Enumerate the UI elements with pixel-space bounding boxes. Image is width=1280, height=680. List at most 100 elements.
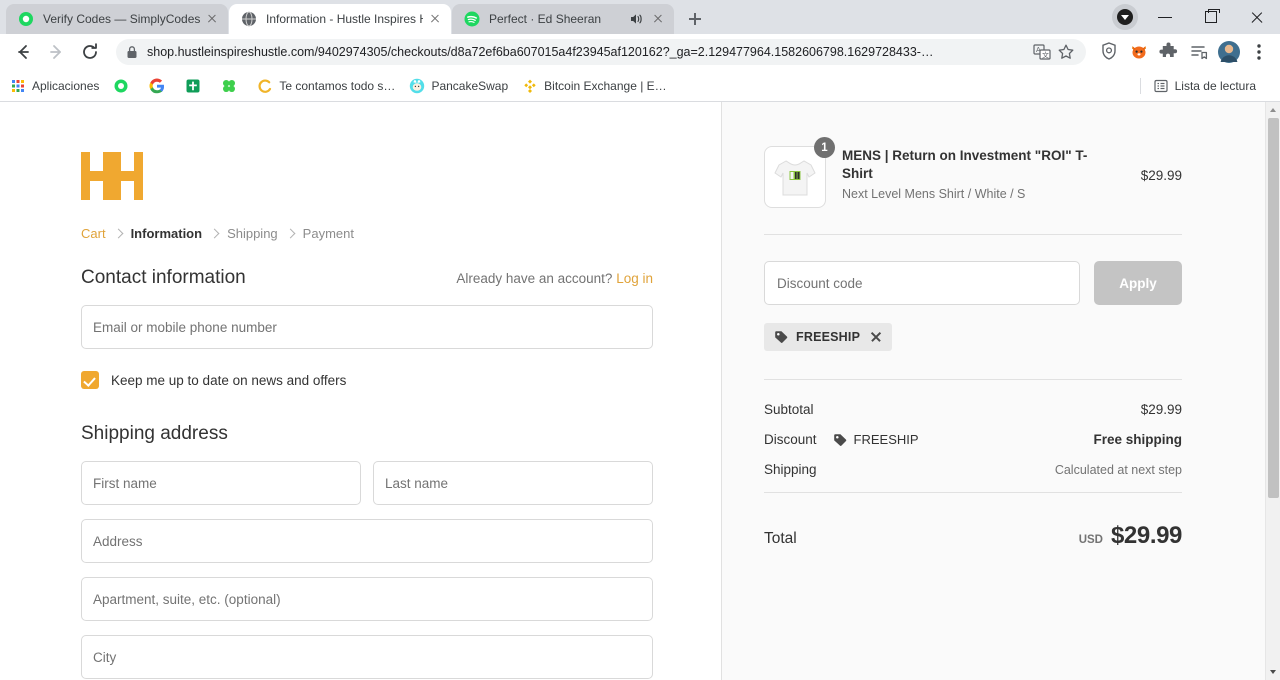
hustle-inspires-hustle-logo[interactable] (81, 152, 653, 200)
green-ring-icon (113, 78, 129, 94)
bookmark-google[interactable] (149, 77, 171, 94)
fox-icon[interactable] (1126, 39, 1152, 65)
profile-avatar-icon[interactable] (1216, 39, 1242, 65)
translate-icon[interactable]: A文 (1032, 42, 1052, 62)
first-name-field[interactable] (81, 461, 361, 505)
shield-icon[interactable] (1096, 39, 1122, 65)
applied-discount-chip: FREESHIP (764, 323, 893, 351)
checkout-page: Cart Information Shipping Payment Contac… (0, 102, 1265, 680)
breadcrumb-item-shipping: Shipping (227, 226, 278, 241)
svg-text:文: 文 (1042, 51, 1049, 60)
scrollbar-thumb[interactable] (1268, 118, 1279, 498)
forward-arrow-icon[interactable] (42, 38, 70, 66)
bookmark-te-contamos[interactable]: Te contamos todo s… (257, 78, 395, 94)
order-summary-sidebar: 1 MENS | Return on Investment "ROI" T-Sh… (721, 102, 1265, 680)
page-viewport: Cart Information Shipping Payment Contac… (0, 102, 1280, 680)
browser-window: Verify Codes — SimplyCodes Information -… (0, 0, 1280, 680)
bookmark-pancakeswap[interactable]: PancakeSwap (409, 78, 508, 94)
close-icon[interactable] (650, 11, 666, 27)
contact-information-header: Contact information Already have an acco… (81, 267, 653, 289)
total-amount-group: USD $29.99 (1078, 522, 1183, 550)
apply-button[interactable]: Apply (1094, 261, 1182, 305)
breadcrumb-item-payment: Payment (302, 226, 354, 241)
product-title: MENS | Return on Investment "ROI" T-Shir… (842, 148, 1088, 181)
lock-icon (126, 45, 138, 59)
bookmark-clover[interactable] (221, 78, 243, 94)
tab-title: Verify Codes — SimplyCodes (43, 12, 200, 26)
breadcrumb-item-information: Information (130, 226, 203, 241)
close-window-button[interactable] (1234, 0, 1280, 34)
newsletter-label: Keep me up to date on news and offers (111, 372, 347, 388)
remove-discount-icon[interactable] (870, 331, 882, 343)
quantity-badge: 1 (814, 137, 835, 158)
page-scrollbar[interactable] (1265, 102, 1280, 680)
reading-list-icon (1153, 78, 1169, 94)
page-title: Contact information (81, 267, 246, 288)
url-text: shop.hustleinspireshustle.com/9402974305… (147, 45, 934, 59)
browser-tab-0[interactable]: Verify Codes — SimplyCodes (6, 4, 228, 34)
tag-icon (833, 433, 847, 447)
browser-tab-2[interactable]: Perfect · Ed Sheeran (452, 4, 674, 34)
chevron-right-icon (285, 228, 296, 239)
scroll-down-arrow-icon[interactable] (1266, 664, 1280, 680)
extensions-puzzle-icon[interactable] (1156, 39, 1182, 65)
green-bookmark-icon (185, 78, 201, 94)
new-tab-button[interactable] (681, 5, 709, 33)
total-amount: $29.99 (1110, 522, 1182, 549)
account-prompt: Already have an account? Log in (456, 271, 653, 286)
window-controls (1112, 0, 1280, 34)
bookmark-apps[interactable]: Aplicaciones (10, 78, 99, 94)
total-currency: USD (1078, 534, 1103, 546)
city-field[interactable] (81, 635, 653, 679)
last-name-field[interactable] (373, 461, 653, 505)
bookmark-green-mark[interactable] (185, 78, 207, 94)
newsletter-checkbox-row[interactable]: Keep me up to date on news and offers (81, 371, 653, 389)
reading-list-label: Lista de lectura (1174, 78, 1256, 93)
name-row (81, 461, 653, 519)
back-arrow-icon[interactable] (8, 38, 36, 66)
reload-icon[interactable] (76, 38, 104, 66)
pancake-rabbit-icon (409, 78, 425, 94)
maximize-button[interactable] (1188, 0, 1234, 34)
subtotal-label: Subtotal (764, 402, 814, 417)
three-dot-menu-icon[interactable] (1246, 39, 1272, 65)
discount-row: Apply (764, 235, 1182, 305)
subtotal-value: $29.99 (1140, 402, 1182, 417)
audio-playing-icon[interactable] (628, 11, 644, 27)
shipping-row: Shipping Calculated at next step (764, 462, 1182, 477)
apps-grid-icon (10, 78, 26, 94)
newsletter-checkbox[interactable] (81, 371, 99, 389)
download-icon[interactable] (1112, 4, 1138, 30)
discount-code-input[interactable] (764, 261, 1080, 305)
discount-label-group: Discount FREESHIP (764, 432, 919, 447)
reading-list-button[interactable]: Lista de lectura (1139, 77, 1256, 94)
apartment-field[interactable] (81, 577, 653, 621)
minimize-button[interactable] (1142, 0, 1188, 34)
product-thumbnail-wrap: 1 (764, 137, 835, 208)
close-icon[interactable] (427, 11, 443, 27)
binance-diamond-icon (522, 78, 538, 94)
browser-tab-1[interactable]: Information - Hustle Inspires Hus (229, 4, 451, 34)
reading-list-icon[interactable] (1186, 39, 1212, 65)
close-icon[interactable] (204, 11, 220, 27)
breadcrumb-item-cart[interactable]: Cart (81, 226, 106, 241)
discount-code-text: FREESHIP (853, 432, 919, 447)
email-field[interactable] (81, 305, 653, 349)
applied-discount-code: FREESHIP (796, 330, 861, 344)
star-icon[interactable] (1056, 42, 1076, 62)
scroll-up-arrow-icon[interactable] (1266, 102, 1280, 118)
divider (764, 492, 1182, 493)
product-variant: Next Level Mens Shirt / White / S (842, 186, 1026, 201)
bookmark-simplycodes[interactable] (113, 78, 135, 94)
shipping-address-title: Shipping address (81, 423, 228, 444)
chevron-right-icon (209, 228, 220, 239)
log-in-link[interactable]: Log in (616, 271, 653, 286)
product-price: $29.99 (1140, 168, 1182, 183)
address-bar[interactable]: shop.hustleinspireshustle.com/9402974305… (116, 39, 1086, 65)
spotify-icon (464, 11, 480, 27)
bookmark-label: Aplicaciones (32, 78, 100, 93)
bookmark-label: PancakeSwap (431, 78, 509, 93)
yellow-c-icon (257, 78, 273, 94)
bookmark-bitcoin-exchange[interactable]: Bitcoin Exchange | E… (522, 78, 667, 94)
address-field[interactable] (81, 519, 653, 563)
